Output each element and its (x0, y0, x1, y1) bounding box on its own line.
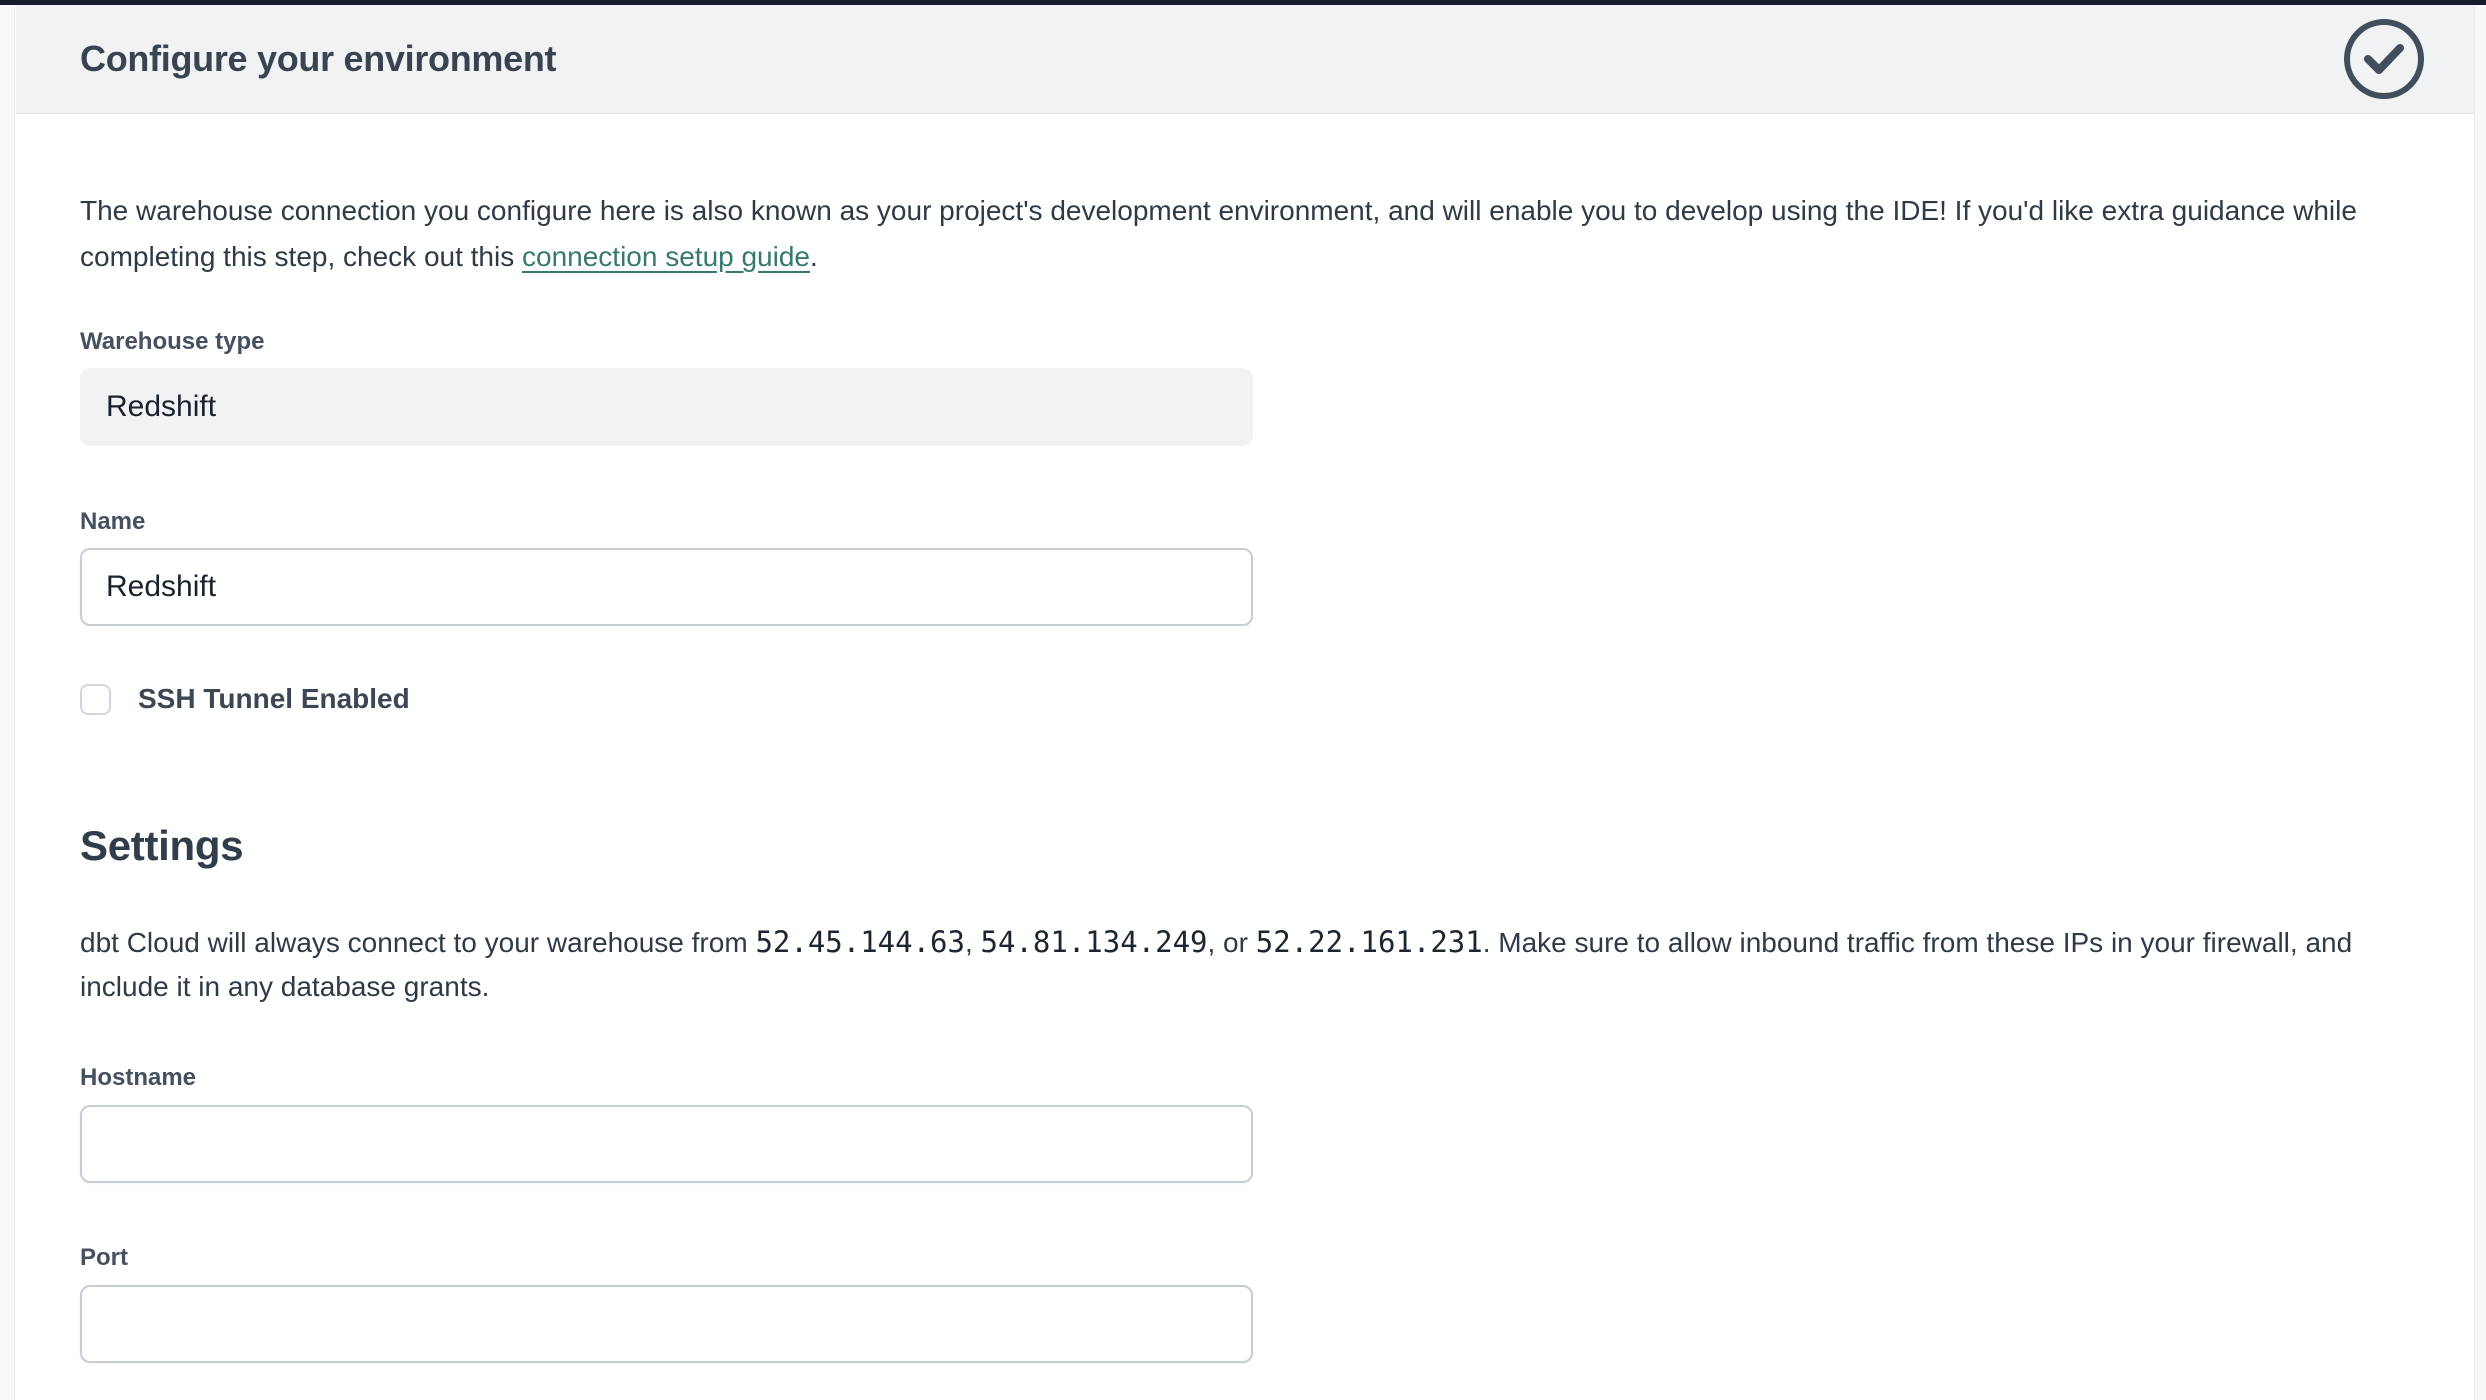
intro-text-before: The warehouse connection you configure h… (80, 195, 2357, 272)
ip-notice-text-1: dbt Cloud will always connect to your wa… (80, 927, 755, 958)
scrollbar-track[interactable] (2474, 5, 2486, 1400)
name-input[interactable] (80, 548, 1253, 626)
ip-address-3: 52.22.161.231 (1256, 925, 1483, 959)
ip-address-2: 54.81.134.249 (981, 925, 1208, 959)
hostname-label: Hostname (80, 1063, 196, 1093)
port-label: Port (80, 1243, 128, 1273)
panel-header[interactable]: Configure your environment (16, 5, 2474, 114)
ip-separator-1: , (965, 927, 981, 958)
ssh-tunnel-label: SSH Tunnel Enabled (138, 682, 410, 716)
warehouse-type-value: Redshift (106, 390, 216, 424)
warehouse-type-field: Redshift (80, 368, 1253, 446)
check-circle-icon[interactable] (2344, 19, 2424, 99)
ip-address-1: 52.45.144.63 (755, 925, 965, 959)
port-input[interactable] (80, 1285, 1253, 1363)
ssh-tunnel-checkbox[interactable] (80, 684, 111, 715)
settings-heading: Settings (80, 818, 243, 873)
intro-paragraph: The warehouse connection you configure h… (80, 188, 2380, 280)
panel-body: The warehouse connection you configure h… (16, 114, 2474, 1363)
page-title: Configure your environment (80, 38, 556, 80)
window-top-bar (0, 0, 2486, 5)
ssh-tunnel-row: SSH Tunnel Enabled (80, 682, 410, 716)
intro-text-after: . (810, 241, 818, 272)
configure-environment-panel: Configure your environment The warehouse… (16, 5, 2474, 1400)
ip-separator-2: , or (1208, 927, 1256, 958)
warehouse-type-label: Warehouse type (80, 327, 265, 357)
page-left-gutter (0, 5, 15, 1400)
hostname-input[interactable] (80, 1105, 1253, 1183)
ip-notice-paragraph: dbt Cloud will always connect to your wa… (80, 920, 2410, 1009)
name-label: Name (80, 507, 145, 537)
connection-setup-guide-link[interactable]: connection setup guide (522, 241, 810, 272)
